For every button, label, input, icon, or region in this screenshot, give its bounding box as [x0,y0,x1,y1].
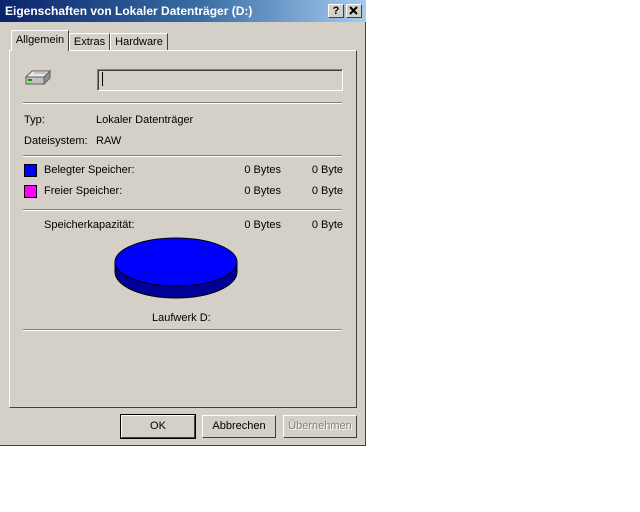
capacity-bytes: 0 Bytes [244,219,281,231]
tab-extras[interactable]: Extras [69,33,110,51]
capacity-size: 0 Byte [311,219,343,231]
free-space-swatch [24,185,37,198]
drive-name-input[interactable] [97,69,343,91]
title-bar[interactable]: Eigenschaften von Lokaler Datenträger (D… [0,0,366,22]
separator [23,155,342,157]
type-label: Typ: [24,114,45,126]
close-icon [349,6,358,15]
ok-button[interactable]: OK [120,414,196,439]
used-space-swatch [24,164,37,177]
free-space-size: 0 Byte [311,185,343,197]
disk-usage-pie [114,237,238,299]
tab-allgemein[interactable]: Allgemein [11,30,69,51]
tab-hardware[interactable]: Hardware [110,33,168,51]
pie-top [114,237,238,287]
drive-label: Laufwerk D: [152,312,211,324]
filesystem-value: RAW [96,135,122,147]
type-value: Lokaler Datenträger [96,114,194,126]
used-space-label: Belegter Speicher: [44,164,135,176]
separator [23,329,342,331]
window-title: Eigenschaften von Lokaler Datenträger (D… [5,4,253,18]
separator [23,209,342,211]
separator [23,102,342,104]
text-caret [102,72,103,86]
close-button[interactable] [346,4,362,18]
filesystem-label: Dateisystem: [24,135,88,147]
used-space-size: 0 Byte [311,164,343,176]
hard-drive-icon [24,69,52,86]
used-space-bytes: 0 Bytes [244,164,281,176]
properties-dialog: Eigenschaften von Lokaler Datenträger (D… [0,0,366,446]
help-button[interactable]: ? [328,4,344,18]
free-space-label: Freier Speicher: [44,185,123,197]
capacity-label: Speicherkapazität: [44,219,135,231]
apply-button[interactable]: Übernehmen [283,415,357,438]
cancel-button[interactable]: Abbrechen [202,415,276,438]
free-space-bytes: 0 Bytes [244,185,281,197]
